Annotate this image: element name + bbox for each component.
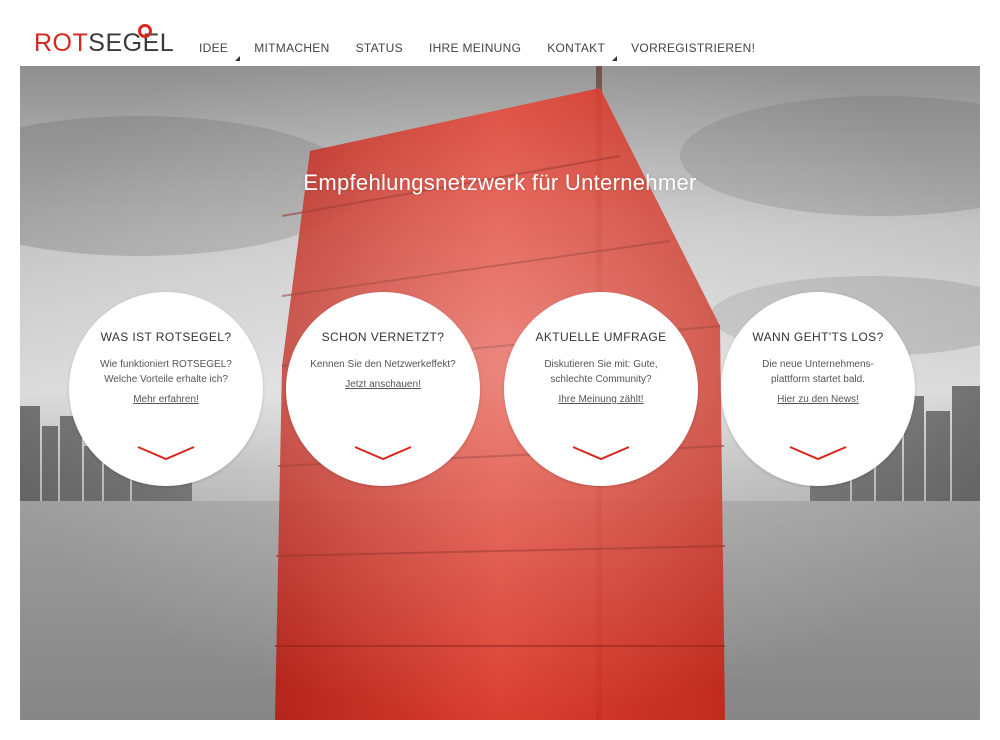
logo-ring-icon: [138, 24, 152, 38]
nav-item-label: STATUS: [355, 41, 403, 55]
nav-item-label: MITMACHEN: [254, 41, 330, 55]
card-text: Diskutieren Sie mit: Gute, schlechte Com…: [544, 359, 658, 385]
nav-item-vorregistrieren[interactable]: VORREGISTRIEREN!: [618, 40, 768, 56]
hero-tagline: Empfehlungsnetzwerk für Unternehmer: [303, 170, 697, 195]
logo-text-rot: ROT: [34, 29, 89, 57]
nav-item-label: IDEE: [199, 41, 229, 55]
card-text: Wie funktioniert ROTSEGEL? Welche Vortei…: [100, 359, 232, 385]
site-header: ROTSEGEL IDEE MITMACHEN STATUS IHRE MEIN…: [0, 0, 1000, 66]
card-link-ihre-meinung[interactable]: Ihre Meinung zählt!: [558, 394, 643, 405]
logo[interactable]: ROTSEGEL: [34, 28, 174, 58]
card-link-jetzt-anschauen[interactable]: Jetzt anschauen!: [345, 379, 421, 390]
nav-item-label: VORREGISTRIEREN!: [631, 41, 756, 55]
info-card-wann-gehts-los: WANN GEHT'TS LOS? Die neue Unternehmens-…: [721, 292, 915, 486]
card-text: Kennen Sie den Netzwerkeffekt?: [310, 359, 456, 370]
card-title: SCHON VERNETZT?: [321, 330, 445, 344]
card-title: AKTUELLE UMFRAGE: [535, 330, 667, 344]
nav-item-label: KONTAKT: [547, 41, 606, 55]
card-link-mehr-erfahren[interactable]: Mehr erfahren!: [133, 394, 199, 405]
info-card-was-ist-rotsegel: WAS IST ROTSEGEL? Wie funktioniert ROTSE…: [69, 292, 263, 486]
dropdown-indicator-icon: [235, 56, 241, 61]
nav-item-idee[interactable]: IDEE: [186, 40, 241, 61]
dropdown-indicator-icon: [612, 56, 618, 61]
chevron-down-icon[interactable]: [136, 444, 196, 462]
card-title: WAS IST ROTSEGEL?: [100, 330, 232, 344]
card-text: Die neue Unternehmens-plattform startet …: [762, 359, 874, 385]
nav-item-label: IHRE MEINUNG: [428, 41, 522, 55]
chevron-down-icon[interactable]: [571, 444, 631, 462]
nav-item-ihre-meinung[interactable]: IHRE MEINUNG: [416, 40, 534, 56]
logo-text-segel: SEGEL: [88, 29, 175, 57]
card-title: WANN GEHT'TS LOS?: [752, 330, 884, 344]
nav-item-status[interactable]: STATUS: [343, 40, 416, 56]
hero-section: Empfehlungsnetzwerk für Unternehmer WAS …: [20, 66, 980, 720]
nav-item-mitmachen[interactable]: MITMACHEN: [241, 40, 342, 56]
info-card-schon-vernetzt: SCHON VERNETZT? Kennen Sie den Netzwerke…: [286, 292, 480, 486]
info-card-aktuelle-umfrage: AKTUELLE UMFRAGE Diskutieren Sie mit: Gu…: [504, 292, 698, 486]
card-link-news[interactable]: Hier zu den News!: [777, 394, 859, 405]
chevron-down-icon[interactable]: [788, 444, 848, 462]
nav-item-kontakt[interactable]: KONTAKT: [534, 40, 618, 61]
chevron-down-icon[interactable]: [353, 444, 413, 462]
main-nav: IDEE MITMACHEN STATUS IHRE MEINUNG KONTA…: [186, 40, 768, 61]
